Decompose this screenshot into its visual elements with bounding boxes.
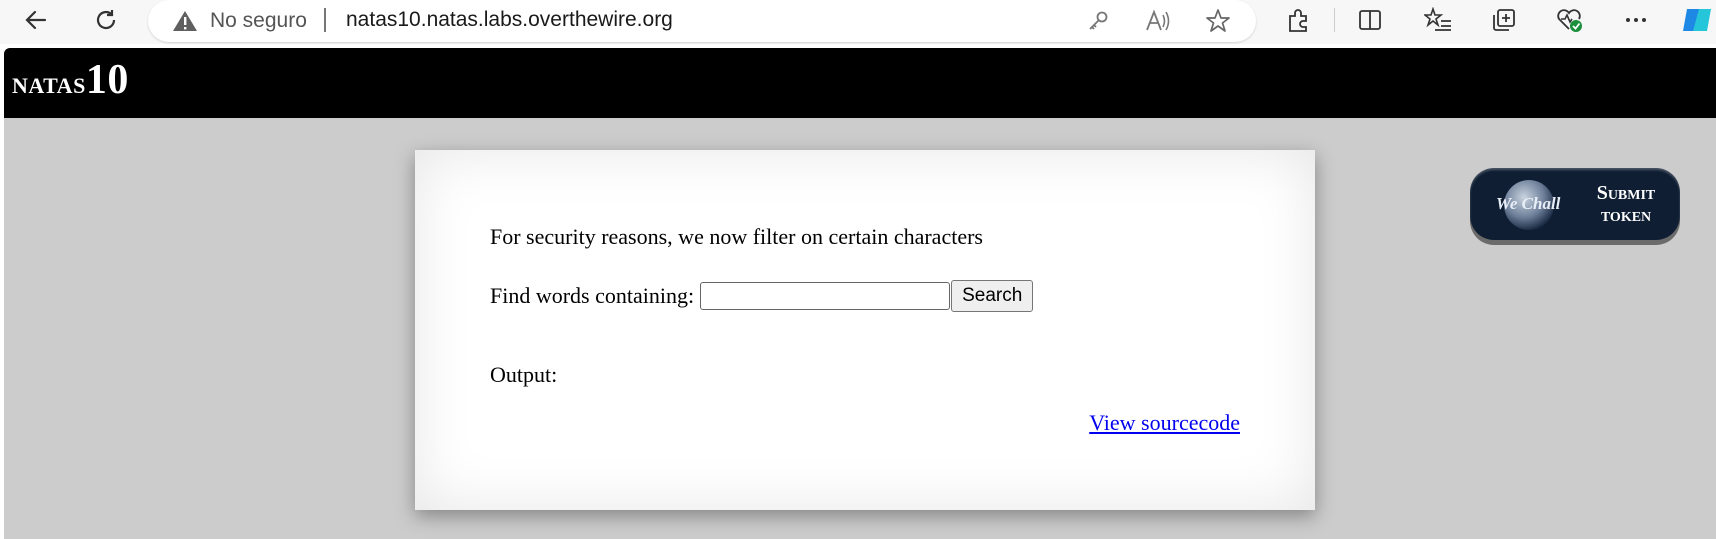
copilot-icon[interactable] — [1680, 2, 1716, 38]
filter-message: For security reasons, we now filter on c… — [490, 224, 983, 249]
refresh-icon[interactable] — [88, 2, 124, 38]
split-screen-icon[interactable] — [1352, 2, 1388, 38]
view-sourcecode-link[interactable]: View sourcecode — [1089, 410, 1240, 436]
site-title: natas10 — [12, 56, 129, 104]
token-label: token — [1600, 204, 1652, 226]
search-button[interactable]: Search — [951, 280, 1034, 312]
url-text[interactable]: natas10.natas.labs.overthewire.org — [346, 8, 673, 32]
toolbar-divider — [1334, 8, 1335, 32]
favorite-star-icon[interactable] — [1204, 7, 1232, 35]
site-title-prefix: natas — [12, 65, 86, 100]
submit-token-button[interactable]: We Chall Submit token — [1470, 168, 1680, 240]
browser-toolbar: No seguro natas10.natas.labs.overthewire… — [0, 0, 1716, 44]
submit-label: Submit — [1596, 182, 1656, 204]
address-separator — [324, 8, 326, 32]
site-title-number: 10 — [85, 57, 129, 103]
wechall-logo-text: We Chall — [1496, 194, 1561, 213]
search-form: Find words containing: Search — [490, 280, 1034, 312]
more-icon[interactable] — [1618, 2, 1654, 38]
key-icon[interactable] — [1084, 7, 1112, 35]
favorites-list-icon[interactable] — [1420, 2, 1456, 38]
back-icon[interactable] — [18, 2, 54, 38]
site-header: natas10 — [4, 48, 1716, 118]
content-panel: For security reasons, we now filter on c… — [415, 150, 1315, 510]
submit-token-label: Submit token — [1580, 182, 1672, 226]
warning-icon[interactable] — [172, 9, 198, 38]
security-label[interactable]: No seguro — [210, 9, 307, 33]
find-label: Find words containing: — [490, 283, 695, 308]
read-aloud-icon[interactable] — [1144, 7, 1172, 35]
output-label: Output: — [490, 362, 558, 387]
page-viewport: natas10 For security reasons, we now fil… — [4, 48, 1716, 539]
extensions-icon[interactable] — [1280, 2, 1316, 38]
search-input[interactable] — [700, 282, 951, 310]
address-bar[interactable]: No seguro natas10.natas.labs.overthewire… — [148, 0, 1256, 42]
browser-essentials-icon[interactable] — [1552, 2, 1588, 38]
collections-icon[interactable] — [1486, 2, 1522, 38]
